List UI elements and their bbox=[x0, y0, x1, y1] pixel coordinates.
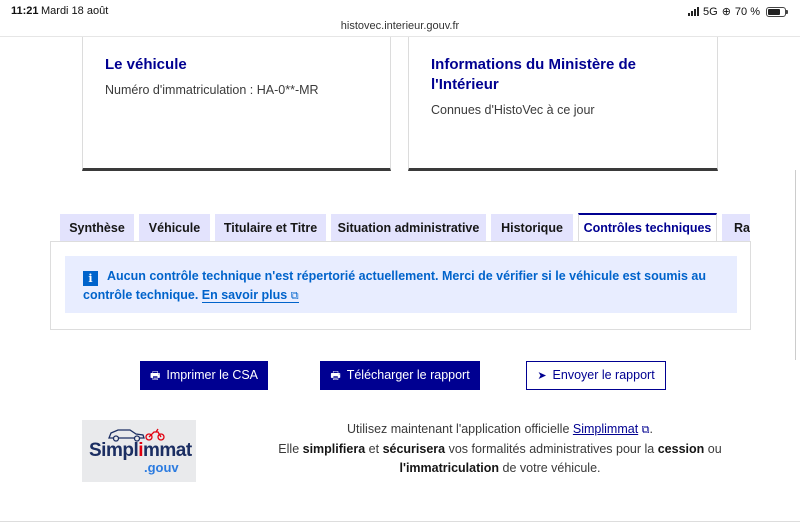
ministry-card-title: Informations du Ministère de l'Intérieur bbox=[431, 56, 637, 93]
tab-historique[interactable]: Historique bbox=[491, 214, 573, 242]
signal-icon bbox=[688, 7, 700, 16]
notice-text: Aucun contrôle technique n'est répertori… bbox=[83, 269, 706, 302]
tab-situation-administrative[interactable]: Situation administrative bbox=[331, 214, 486, 242]
status-bar: 11:21 Mardi 18 août 5G ⊕ 70 % bbox=[0, 0, 800, 22]
printer-icon: 🖶 bbox=[149, 370, 161, 382]
plate-number: Numéro d'immatriculation : HA-0**-MR bbox=[105, 83, 319, 97]
tab-panel: i Aucun contrôle technique n'est répertor… bbox=[50, 241, 751, 330]
logo-wordmark: Simplimmat bbox=[89, 440, 192, 461]
clock: 11:21 bbox=[11, 5, 39, 17]
address-bar[interactable]: histovec.interieur.gouv.fr bbox=[0, 20, 800, 37]
simplimmat-link[interactable]: Simplimmat bbox=[573, 422, 638, 436]
download-report-button[interactable]: 🖶 Télécharger le rapport bbox=[320, 361, 480, 390]
simplimmat-promo: Utilisez maintenant l'application offici… bbox=[278, 422, 722, 475]
info-notice: i Aucun contrôle technique n'est répertor… bbox=[65, 256, 737, 313]
logo-suffix: .gouv bbox=[144, 460, 179, 475]
scrollbar[interactable] bbox=[795, 170, 796, 360]
tab-synthese[interactable]: Synthèse bbox=[60, 214, 134, 242]
vehicle-card: Le véhicule Numéro d'immatriculation : H… bbox=[82, 37, 391, 171]
battery-icon bbox=[766, 6, 788, 17]
send-icon: ➤ bbox=[537, 370, 547, 382]
ministry-card-subtitle: Connues d'HistoVec à ce jour bbox=[431, 103, 595, 117]
tab-titulaire[interactable]: Titulaire et Titre bbox=[215, 214, 326, 242]
info-icon: i bbox=[83, 271, 98, 286]
motorcycle-icon bbox=[145, 428, 165, 441]
ministry-card: Informations du Ministère de l'Intérieur… bbox=[408, 37, 718, 171]
external-link-icon: ⧉ bbox=[641, 424, 650, 436]
print-csa-button[interactable]: 🖶 Imprimer le CSA bbox=[140, 361, 268, 390]
vehicle-card-title: Le véhicule bbox=[105, 56, 187, 73]
tab-vehicule[interactable]: Véhicule bbox=[139, 214, 210, 242]
send-report-button[interactable]: ➤ Envoyer le rapport bbox=[526, 361, 666, 390]
orientation-lock-icon: ⊕ bbox=[721, 6, 731, 18]
simplimmat-logo[interactable]: Simplimmat .gouv bbox=[82, 420, 196, 482]
external-link-icon: ⧉ bbox=[290, 290, 299, 302]
tab-controles-techniques[interactable]: Contrôles techniques bbox=[578, 213, 717, 242]
learn-more-link[interactable]: En savoir plus ⧉ bbox=[201, 288, 299, 303]
date: Mardi 18 août bbox=[41, 5, 109, 17]
status-indicators: 5G ⊕ 70 % bbox=[688, 5, 788, 18]
network-label: 5G bbox=[703, 5, 718, 18]
battery-label: 70 % bbox=[734, 5, 760, 18]
divider bbox=[0, 521, 800, 522]
tab-rapport[interactable]: Rapport bbox=[722, 214, 750, 242]
printer-icon: 🖶 bbox=[330, 370, 341, 382]
tab-list: Synthèse Véhicule Titulaire et Titre Sit… bbox=[50, 213, 750, 242]
